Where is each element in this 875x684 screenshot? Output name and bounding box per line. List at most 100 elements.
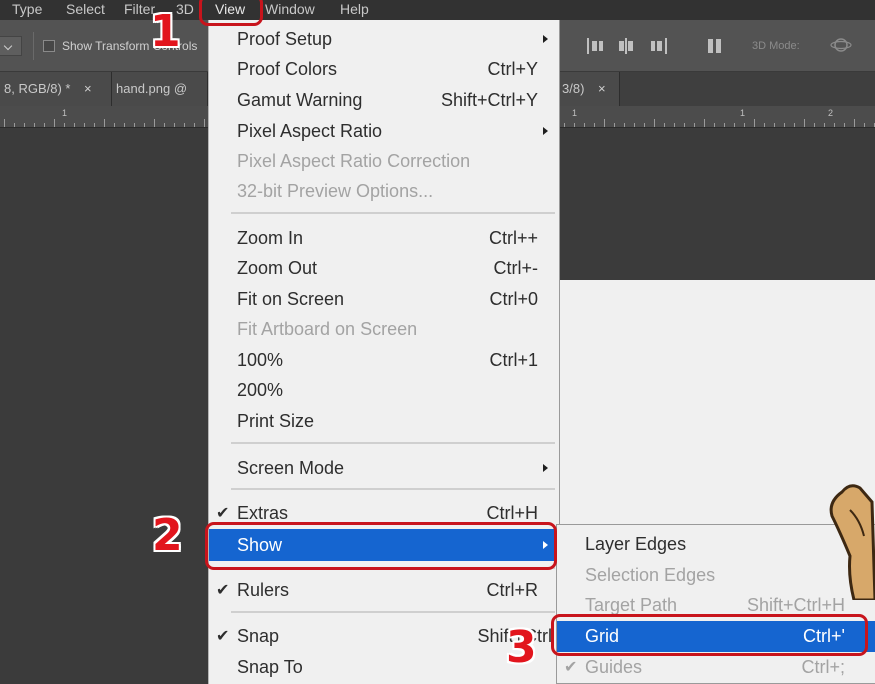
menu-item-label: Pixel Aspect Ratio Correction: [237, 151, 471, 171]
menu-item-shortcut: Ctrl+1: [489, 350, 538, 370]
menu-item-label: Selection Edges: [585, 565, 716, 585]
menu-item-shortcut: Ctrl++: [488, 228, 538, 248]
menu-item-shortcut: Ctrl+H: [486, 503, 538, 523]
menu-item-label: Guides: [585, 657, 643, 677]
menu-window[interactable]: Window: [265, 0, 315, 18]
ruler-tick: [574, 123, 575, 127]
menu-item-label: Fit Artboard on Screen: [237, 319, 418, 339]
ruler-tick: [684, 123, 685, 127]
ruler-tick: [834, 123, 835, 127]
ruler-tick: [84, 123, 85, 127]
menu-item-print-size[interactable]: Print Size: [209, 406, 560, 436]
menu-item-32bit-preview-options: 32-bit Preview Options...: [209, 176, 560, 206]
ruler-tick: [194, 123, 195, 127]
ruler-tick: [704, 119, 705, 127]
ruler-tick: [634, 123, 635, 127]
menu-item-label: Proof Colors: [237, 59, 338, 79]
close-icon[interactable]: ×: [598, 72, 606, 106]
ruler-tick: [64, 123, 65, 127]
tab-hand-png[interactable]: hand.png @: [112, 72, 208, 106]
menu-item-label: Layer Edges: [585, 534, 687, 554]
tool-preset-dropdown[interactable]: [0, 36, 22, 56]
auto-align-icon[interactable]: [706, 36, 724, 56]
close-icon[interactable]: ×: [84, 72, 92, 106]
menu-type[interactable]: Type: [12, 0, 42, 18]
hand-cursor-icon: [829, 484, 875, 600]
callout-grid-item: [551, 614, 868, 656]
ruler-tick: [714, 123, 715, 127]
options-divider: [33, 32, 34, 60]
view-menu: Proof Setup Proof Colors Ctrl+Y Gamut Wa…: [208, 20, 560, 684]
chevron-right-icon: [543, 35, 548, 43]
submenu-item-guides: ✔ Guides Ctrl+;: [557, 652, 875, 682]
checkmark-icon: ✔: [216, 628, 230, 645]
ruler-tick: [204, 119, 205, 127]
callout-view-menu: [199, 0, 263, 26]
menu-item-label: Target Path: [585, 595, 678, 615]
menu-select[interactable]: Select: [66, 0, 105, 18]
tab-label: hand.png @: [116, 81, 188, 96]
step-number-3: 3: [506, 622, 537, 673]
ruler-tick: [114, 123, 115, 127]
menu-item-label: Extras: [237, 503, 289, 523]
distribute-right-icon[interactable]: [650, 36, 668, 56]
menu-item-100-percent[interactable]: 100% Ctrl+1: [209, 345, 560, 375]
menu-item-rulers[interactable]: ✔ Rulers Ctrl+R: [209, 575, 560, 605]
menu-item-proof-colors[interactable]: Proof Colors Ctrl+Y: [209, 54, 560, 84]
menu-item-200-percent[interactable]: 200%: [209, 375, 560, 405]
menu-item-label: 100%: [237, 350, 284, 370]
ruler-mark: 1: [62, 108, 68, 118]
ruler-tick: [854, 119, 855, 127]
menu-separator: [231, 442, 555, 444]
tab-label: 8, RGB/8) *: [4, 81, 71, 96]
orbit-3d-icon[interactable]: [830, 36, 852, 54]
ruler-tick: [764, 123, 765, 127]
tab-document-3[interactable]: 3/8) ×: [560, 72, 620, 106]
ruler-tick: [174, 123, 175, 127]
ruler-tick: [24, 123, 25, 127]
checkmark-icon: ✔: [216, 582, 230, 599]
menu-item-fit-on-screen[interactable]: Fit on Screen Ctrl+0: [209, 284, 560, 314]
tab-document-1[interactable]: 8, RGB/8) * ×: [0, 72, 112, 106]
3d-mode-label: 3D Mode:: [752, 40, 800, 52]
distribute-center-icon[interactable]: [617, 36, 635, 56]
ruler-mark: 1: [572, 108, 578, 118]
menu-item-proof-setup[interactable]: Proof Setup: [209, 24, 560, 54]
menu-item-label: Pixel Aspect Ratio: [237, 121, 383, 141]
tab-label: 3/8): [562, 81, 585, 96]
menu-bar: Type Select Filter 3D View Window Help: [0, 0, 875, 20]
ruler-tick: [624, 123, 625, 127]
menu-item-label: Print Size: [237, 411, 315, 431]
ruler-tick: [644, 123, 645, 127]
menu-item-zoom-in[interactable]: Zoom In Ctrl++: [209, 223, 560, 253]
menu-help[interactable]: Help: [340, 0, 369, 18]
ruler-tick: [74, 123, 75, 127]
ruler-tick: [134, 123, 135, 127]
distribute-left-icon[interactable]: [586, 36, 604, 56]
menu-item-shortcut: Ctrl+0: [489, 289, 538, 309]
menu-item-pixel-aspect-ratio-correction: Pixel Aspect Ratio Correction: [209, 146, 560, 176]
menu-item-shortcut: Shift+Ctrl+Y: [440, 90, 538, 110]
ruler-tick: [694, 123, 695, 127]
menu-item-zoom-out[interactable]: Zoom Out Ctrl+-: [209, 253, 560, 283]
ruler-tick: [844, 123, 845, 127]
ruler-tick: [614, 123, 615, 127]
ruler-tick: [44, 123, 45, 127]
menu-item-label: 32-bit Preview Options...: [237, 181, 434, 201]
ruler-tick: [164, 123, 165, 127]
ruler-mark: 2: [828, 108, 834, 118]
show-transform-controls-checkbox[interactable]: [43, 40, 55, 52]
menu-item-label: Snap To: [237, 657, 303, 677]
ruler-tick: [54, 119, 55, 127]
menu-item-shortcut: Ctrl+-: [493, 258, 539, 278]
menu-item-label: Screen Mode: [237, 458, 345, 478]
ruler-tick: [824, 123, 825, 127]
ruler-tick: [184, 123, 185, 127]
menu-item-screen-mode[interactable]: Screen Mode: [209, 453, 560, 483]
ruler-tick: [804, 119, 805, 127]
menu-item-pixel-aspect-ratio[interactable]: Pixel Aspect Ratio: [209, 116, 560, 146]
menu-item-shortcut: Ctrl+Y: [487, 59, 538, 79]
ruler-tick: [4, 119, 5, 127]
menu-item-gamut-warning[interactable]: Gamut Warning Shift+Ctrl+Y: [209, 85, 560, 115]
ruler-tick: [94, 123, 95, 127]
